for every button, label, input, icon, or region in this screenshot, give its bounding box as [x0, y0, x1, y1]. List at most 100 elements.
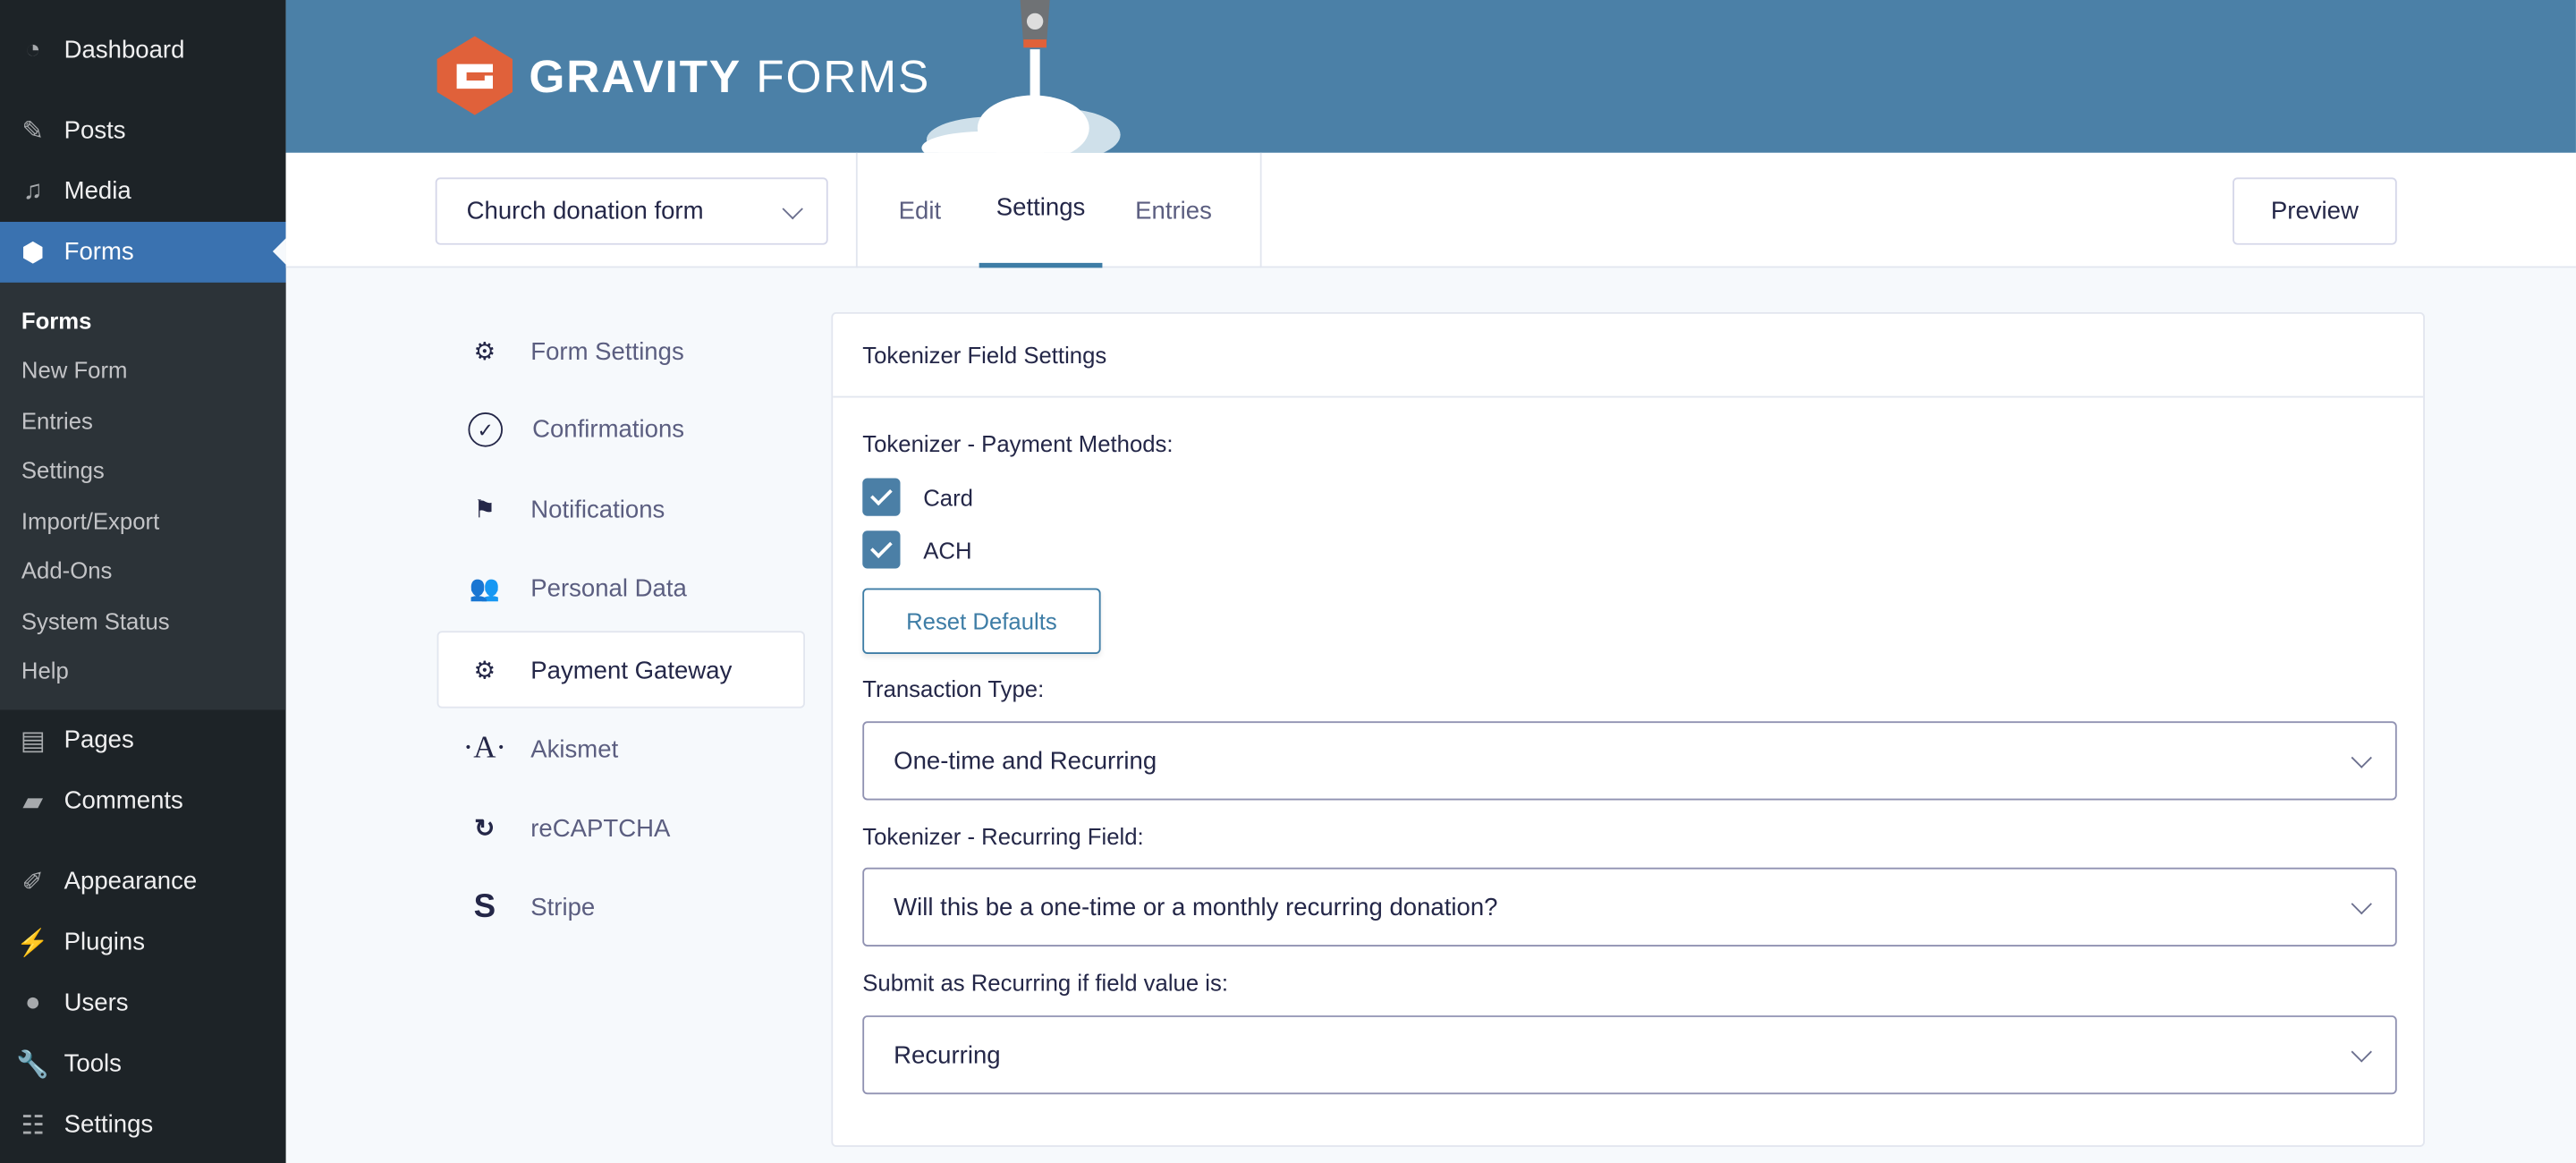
gear-icon: ⚙ — [473, 338, 496, 367]
menu-tools[interactable]: 🔧 Tools — [0, 1033, 286, 1094]
submenu-help[interactable]: Help — [21, 658, 69, 683]
menu-label: Comments — [64, 786, 183, 816]
nav-confirmations[interactable]: ✓ Confirmations — [468, 412, 684, 447]
nav-label: Form Settings — [530, 337, 684, 366]
nav-payment-gateway[interactable]: ⚙ Payment Gateway — [468, 652, 732, 688]
nav-label: Notifications — [530, 495, 665, 523]
menu-label: Users — [64, 989, 129, 1017]
flag-icon: ⚑ — [473, 496, 496, 524]
divider — [1259, 152, 1262, 268]
menu-label: Media — [64, 177, 131, 206]
ach-label: ACH — [923, 537, 972, 564]
tab-settings[interactable]: Settings — [979, 153, 1103, 268]
dashboard-icon: ◔ — [24, 35, 41, 64]
chevron-down-icon — [2351, 747, 2372, 768]
check-circle-icon: ✓ — [468, 412, 504, 447]
menu-pages[interactable]: ▤ Pages — [0, 709, 286, 770]
preview-button[interactable]: Preview — [2233, 177, 2397, 245]
nav-akismet[interactable]: ·A· Akismet — [462, 731, 619, 767]
pages-icon: ▤ — [20, 726, 46, 755]
menu-appearance[interactable]: ✐ Appearance — [0, 851, 286, 912]
nav-label: Confirmations — [532, 415, 685, 444]
nav-form-settings[interactable]: ⚙ Form Settings — [468, 334, 683, 369]
menu-dashboard[interactable]: ◔ Dashboard — [0, 20, 286, 81]
recaptcha-icon: ↻ — [474, 815, 496, 844]
stripe-icon: S — [473, 887, 496, 925]
nav-label: Stripe — [530, 893, 596, 921]
submit-recurring-select[interactable]: Recurring — [862, 1015, 2397, 1095]
menu-users[interactable]: ● Users — [0, 972, 286, 1033]
chevron-down-icon — [782, 198, 803, 219]
gravity-forms-logo-icon — [436, 36, 513, 115]
rocket-illustration-icon — [921, 0, 1121, 153]
nav-label: Payment Gateway — [530, 656, 733, 684]
card-checkbox[interactable] — [862, 478, 901, 516]
menu-forms[interactable]: ⬢ Forms — [0, 221, 286, 283]
submenu-system-status[interactable]: System Status — [21, 608, 170, 634]
reset-defaults-button[interactable]: Reset Defaults — [862, 588, 1101, 655]
form-selector-value: Church donation form — [466, 197, 704, 225]
gear-icon: ⚙ — [473, 657, 496, 685]
select-value: Will this be a one-time or a monthly rec… — [894, 893, 1498, 921]
panel-title: Tokenizer Field Settings — [833, 314, 2424, 398]
transaction-type-select[interactable]: One-time and Recurring — [862, 721, 2397, 801]
card-label: Card — [923, 484, 973, 512]
menu-label: Pages — [64, 726, 134, 755]
menu-media[interactable]: ♫ Media — [0, 161, 286, 222]
menu-label: Settings — [64, 1110, 154, 1139]
ach-checkbox[interactable] — [862, 531, 901, 569]
nav-label: Akismet — [530, 734, 619, 764]
nav-label: Personal Data — [530, 573, 687, 603]
menu-comments[interactable]: ▰ Comments — [0, 770, 286, 831]
menu-label: Forms — [64, 238, 134, 267]
transaction-type-label: Transaction Type: — [862, 675, 1045, 702]
akismet-icon: ·A· — [462, 731, 507, 766]
submit-recurring-label: Submit as Recurring if field value is: — [862, 969, 1229, 997]
nav-personal-data[interactable]: 👥 Personal Data — [468, 570, 687, 606]
gravity-forms-icon: ⬢ — [21, 239, 45, 267]
menu-label: Dashboard — [64, 36, 185, 64]
menu-posts[interactable]: ✎ Posts — [0, 100, 286, 161]
wrench-icon: 🔧 — [16, 1050, 50, 1079]
chevron-down-icon — [2351, 1041, 2372, 1063]
submenu-forms[interactable]: Forms — [21, 307, 92, 333]
forms-submenu: Forms New Form Entries Settings Import/E… — [0, 282, 286, 710]
nav-stripe[interactable]: S Stripe — [468, 887, 596, 925]
media-icon: ♫ — [22, 176, 43, 205]
submenu-new-form[interactable]: New Form — [21, 357, 128, 383]
user-icon: ● — [24, 988, 41, 1016]
pin-icon: ✎ — [21, 117, 45, 146]
menu-settings[interactable]: ☷ Settings — [0, 1094, 286, 1155]
recurring-field-label: Tokenizer - Recurring Field: — [862, 823, 1144, 850]
admin-sidebar: ◔ Dashboard ✎ Posts ♫ Media ⬢ Forms Forms Ne… — [0, 0, 286, 1163]
menu-label: Appearance — [64, 867, 198, 896]
submenu-entries[interactable]: Entries — [21, 408, 93, 434]
submenu-import-export[interactable]: Import/Export — [21, 508, 159, 534]
plugin-icon: ⚡ — [16, 929, 50, 957]
select-value: Recurring — [894, 1040, 1001, 1069]
logo-light: FORMS — [756, 50, 931, 102]
users-icon: 👥 — [469, 574, 500, 604]
menu-label: Plugins — [64, 928, 146, 956]
tab-edit[interactable]: Edit — [899, 153, 941, 268]
payment-methods-label: Tokenizer - Payment Methods: — [862, 430, 1174, 457]
tokenizer-settings-panel: Tokenizer Field Settings Tokenizer - Pay… — [831, 311, 2425, 1148]
form-toolbar: Church donation form Edit Settings Entri… — [285, 152, 2576, 268]
menu-plugins[interactable]: ⚡ Plugins — [0, 912, 286, 972]
nav-label: reCAPTCHA — [530, 814, 671, 843]
gravity-forms-header: GRAVITY FORMS — [285, 0, 2576, 153]
menu-label: Posts — [64, 116, 126, 145]
nav-recaptcha[interactable]: ↻ reCAPTCHA — [468, 810, 670, 845]
chevron-down-icon — [2351, 893, 2372, 915]
settings-icon: ☷ — [21, 1111, 45, 1140]
nav-notifications[interactable]: ⚑ Notifications — [468, 491, 665, 527]
divider — [855, 152, 858, 268]
submenu-settings[interactable]: Settings — [21, 457, 105, 483]
tab-entries[interactable]: Entries — [1135, 153, 1212, 268]
menu-label: Tools — [64, 1049, 122, 1078]
submenu-add-ons[interactable]: Add-Ons — [21, 557, 112, 583]
logo-text: GRAVITY FORMS — [529, 51, 930, 104]
form-selector[interactable]: Church donation form — [435, 177, 828, 245]
select-value: One-time and Recurring — [894, 746, 1157, 776]
recurring-field-select[interactable]: Will this be a one-time or a monthly rec… — [862, 867, 2397, 947]
